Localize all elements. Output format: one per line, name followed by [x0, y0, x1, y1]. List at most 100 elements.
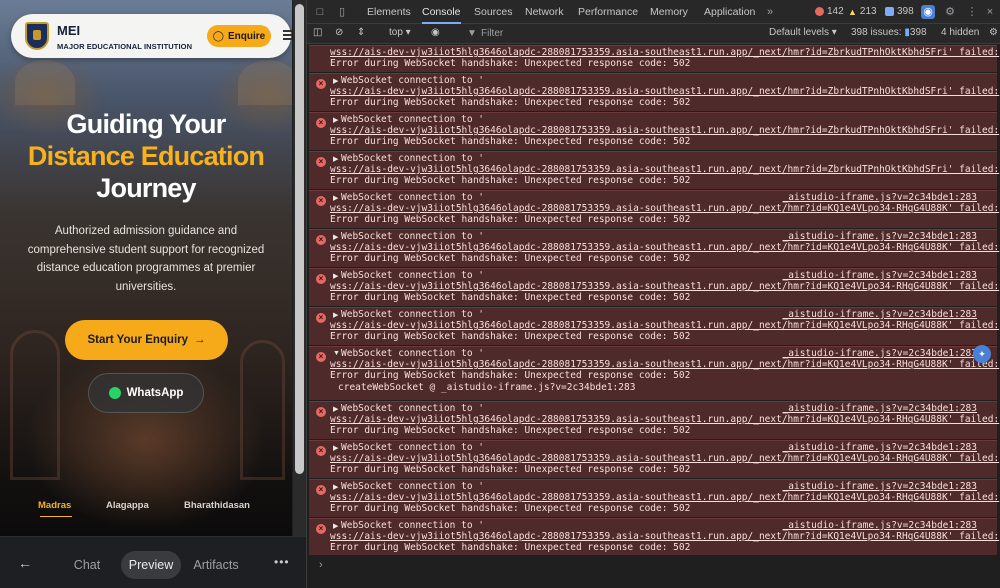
tab-sources[interactable]: Sources: [474, 0, 513, 24]
tab-preview[interactable]: Preview: [121, 551, 181, 579]
extension-icon[interactable]: ◉: [921, 5, 935, 19]
console-error-entry[interactable]: × ▶ WebSocket connection to ' wss://ais-dev…: [309, 73, 999, 111]
chat-bubble-icon: ◯: [212, 30, 224, 42]
expand-right-icon[interactable]: ▶: [333, 272, 338, 280]
tab-artifacts[interactable]: Artifacts: [188, 551, 244, 579]
error-source-link[interactable]: _aistudio-iframe.js?v=2c34bde1:283: [783, 481, 977, 492]
console-error-entry[interactable]: × ▶ WebSocket connection to ' wss://ais-dev…: [309, 151, 999, 189]
error-source-link[interactable]: _aistudio-iframe.js?v=2c34bde1:283: [783, 270, 977, 281]
error-url[interactable]: wss://ais-dev-vjw3iiot5hlg3646olapdc-288…: [330, 47, 999, 58]
info-count[interactable]: 398: [885, 6, 914, 17]
error-url[interactable]: wss://ais-dev-vjw3iiot5hlg3646olapdc-288…: [330, 453, 999, 464]
error-url[interactable]: wss://ais-dev-vjw3iiot5hlg3646olapdc-288…: [330, 203, 999, 214]
error-detail: Error during WebSocket handshake: Unexpe…: [330, 425, 691, 436]
error-count[interactable]: 142: [815, 6, 844, 17]
preview-scrollbar[interactable]: [293, 0, 306, 536]
university-tab-bharathidasan[interactable]: Bharathidasan: [184, 500, 250, 511]
expand-down-icon[interactable]: ▼: [333, 350, 340, 357]
console-error-entry[interactable]: × ▶ WebSocket connection to ' _aistudio-ifr…: [309, 229, 999, 267]
console-error-entry[interactable]: × ▶ WebSocket connection to ' _aistudio-ifr…: [309, 518, 999, 555]
start-enquiry-button[interactable]: Start Your Enquiry →: [65, 320, 228, 360]
live-expression-eye-icon[interactable]: ◉: [431, 27, 440, 38]
university-tab-alagappa[interactable]: Alagappa: [106, 500, 149, 511]
device-toolbar-icon[interactable]: ▯: [335, 5, 349, 19]
expand-right-icon[interactable]: ▶: [333, 155, 338, 163]
console-prompt[interactable]: ›: [319, 559, 323, 571]
warning-count[interactable]: ▲ 213: [848, 6, 877, 17]
error-source-link[interactable]: _aistudio-iframe.js?v=2c34bde1:283: [783, 348, 977, 359]
inspect-element-icon[interactable]: □: [313, 5, 327, 19]
error-head: WebSocket connection to ': [341, 309, 484, 320]
filter-input[interactable]: ▼ Filter: [463, 26, 743, 42]
error-source-link[interactable]: _aistudio-iframe.js?v=2c34bde1:283: [783, 309, 977, 320]
floating-assistant-icon[interactable]: ✦: [973, 345, 991, 363]
error-url[interactable]: wss://ais-dev-vjw3iiot5hlg3646olapdc-288…: [330, 359, 999, 370]
info-icon: [885, 7, 894, 16]
console-error-entry[interactable]: × ▶ WebSocket connection to ' _aistudio-ifr…: [309, 401, 999, 439]
console-error-entry[interactable]: × ▶ WebSocket connection to ' wss://ais-dev…: [309, 112, 999, 150]
error-url[interactable]: wss://ais-dev-vjw3iiot5hlg3646olapdc-288…: [330, 320, 999, 331]
sidebar-toggle-icon[interactable]: ◫: [313, 27, 322, 38]
error-url[interactable]: wss://ais-dev-vjw3iiot5hlg3646olapdc-288…: [330, 492, 999, 503]
tab-elements[interactable]: Elements: [367, 0, 411, 24]
error-source-link[interactable]: _aistudio-iframe.js?v=2c34bde1:283: [783, 231, 977, 242]
tab-memory[interactable]: Memory: [650, 0, 688, 24]
console-error-entry[interactable]: × ▼ WebSocket connection to ' _aistudio-ifr…: [309, 346, 999, 400]
more-options-icon[interactable]: •••: [274, 555, 290, 569]
console-gear-icon[interactable]: ⚙: [989, 27, 998, 38]
expand-right-icon[interactable]: ▶: [333, 233, 338, 241]
error-url[interactable]: wss://ais-dev-vjw3iiot5hlg3646olapdc-288…: [330, 164, 999, 175]
console-error-entry[interactable]: × ▶ WebSocket connection to ' _aistudio-ifr…: [309, 307, 999, 345]
mei-logo[interactable]: [25, 22, 49, 50]
expand-right-icon[interactable]: ▶: [333, 405, 338, 413]
expand-right-icon[interactable]: ▶: [333, 116, 338, 124]
expand-right-icon[interactable]: ▶: [333, 444, 338, 452]
expand-right-icon[interactable]: ▶: [333, 194, 338, 202]
console-settings-icon[interactable]: ⇕: [357, 27, 365, 38]
issues-button[interactable]: 398 issues: ▮398: [851, 27, 927, 38]
enquire-button[interactable]: ◯ Enquire: [207, 25, 271, 47]
site-navbar: MEI MAJOR EDUCATIONAL INSTITUTION ◯ Enqu…: [11, 14, 292, 58]
settings-gear-icon[interactable]: ⚙: [943, 5, 957, 19]
kebab-menu-icon[interactable]: ⋮: [965, 5, 979, 19]
tab-console[interactable]: Console: [422, 0, 461, 24]
arrow-right-icon: →: [194, 334, 206, 346]
console-error-entry[interactable]: × ▶ WebSocket connection to ' _aistudio-ifr…: [309, 440, 999, 478]
console-error-entry[interactable]: × ▶ WebSocket connection to ' _aistudio-ifr…: [309, 190, 999, 228]
tab-performance[interactable]: Performance: [578, 0, 638, 24]
error-url[interactable]: wss://ais-dev-vjw3iiot5hlg3646olapdc-288…: [330, 86, 999, 97]
close-devtools-icon[interactable]: ×: [983, 5, 997, 19]
error-url[interactable]: wss://ais-dev-vjw3iiot5hlg3646olapdc-288…: [330, 281, 999, 292]
expand-right-icon[interactable]: ▶: [333, 522, 338, 530]
more-tabs-icon[interactable]: »: [763, 5, 777, 19]
error-url[interactable]: wss://ais-dev-vjw3iiot5hlg3646olapdc-288…: [330, 531, 999, 542]
hamburger-menu-icon[interactable]: [283, 28, 292, 42]
back-arrow-icon[interactable]: ←: [18, 555, 32, 571]
error-source-link[interactable]: _aistudio-iframe.js?v=2c34bde1:283: [783, 442, 977, 453]
tab-network[interactable]: Network: [525, 0, 564, 24]
error-source-link[interactable]: _aistudio-iframe.js?v=2c34bde1:283: [783, 403, 977, 414]
console-error-entry[interactable]: × ▶ WebSocket connection to ' _aistudio-ifr…: [309, 479, 999, 517]
error-source-link[interactable]: _aistudio-iframe.js?v=2c34bde1:283: [783, 192, 977, 203]
brand-abbr: MEI: [57, 23, 81, 38]
tab-application[interactable]: Application: [704, 0, 755, 24]
whatsapp-button[interactable]: WhatsApp: [88, 373, 204, 413]
expand-right-icon[interactable]: ▶: [333, 77, 338, 85]
console-error-entry[interactable]: wss://ais-dev-vjw3iiot5hlg3646olapdc-288…: [309, 45, 999, 72]
log-levels-dropdown[interactable]: Default levels ▾: [769, 27, 837, 38]
context-selector[interactable]: top ▾: [389, 27, 411, 38]
stack-trace[interactable]: createWebSocket @ _aistudio-iframe.js?v=…: [338, 382, 635, 393]
console-error-entry[interactable]: × ▶ WebSocket connection to ' _aistudio-ifr…: [309, 268, 999, 306]
tab-chat[interactable]: Chat: [62, 551, 112, 579]
brand-full-name: MAJOR EDUCATIONAL INSTITUTION: [57, 42, 193, 51]
expand-right-icon[interactable]: ▶: [333, 311, 338, 319]
error-url[interactable]: wss://ais-dev-vjw3iiot5hlg3646olapdc-288…: [330, 414, 999, 425]
error-url[interactable]: wss://ais-dev-vjw3iiot5hlg3646olapdc-288…: [330, 125, 999, 136]
error-source-link[interactable]: _aistudio-iframe.js?v=2c34bde1:283: [783, 520, 977, 531]
error-url[interactable]: wss://ais-dev-vjw3iiot5hlg3646olapdc-288…: [330, 242, 999, 253]
console-toolbar: ◫ ⊘ ⇕ top ▾ ◉ ▼ Filter Default levels ▾ 3…: [307, 24, 1000, 44]
clear-console-icon[interactable]: ⊘: [335, 27, 343, 38]
university-tab-madras[interactable]: Madras: [38, 500, 71, 511]
expand-right-icon[interactable]: ▶: [333, 483, 338, 491]
scrollbar-thumb[interactable]: [295, 4, 304, 474]
